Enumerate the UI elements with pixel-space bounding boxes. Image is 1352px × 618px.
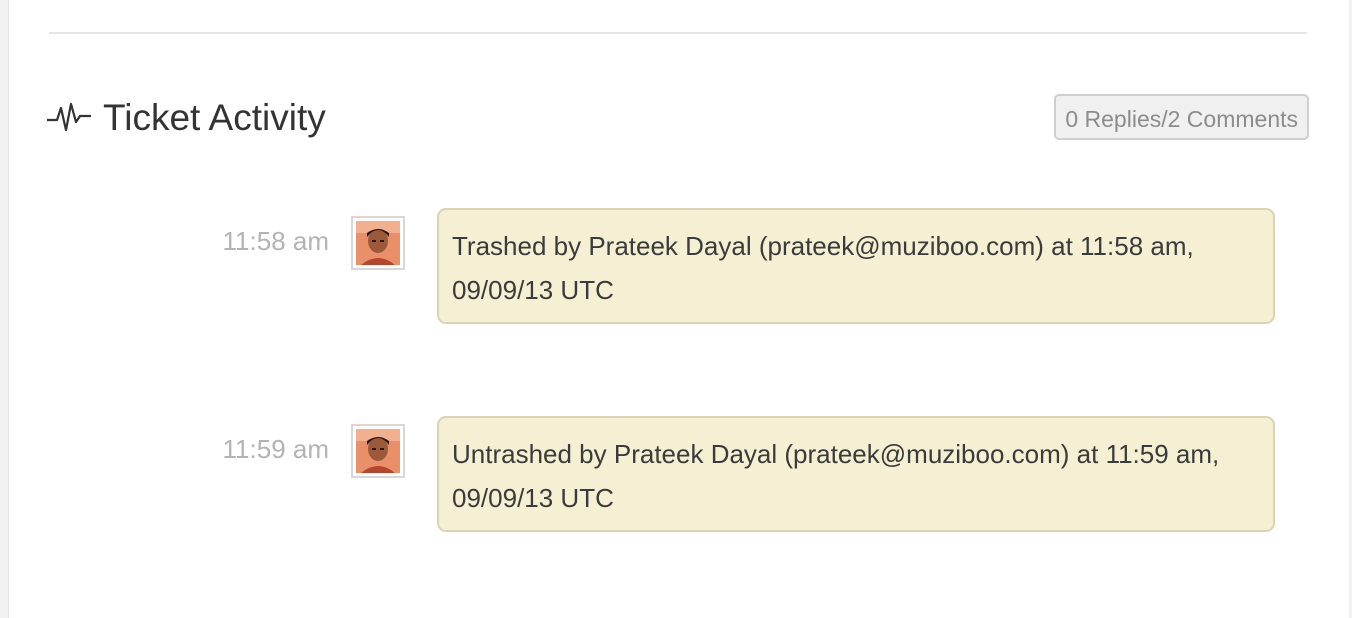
user-avatar[interactable] <box>351 216 405 270</box>
user-avatar-image <box>356 221 400 265</box>
activity-pulse-icon <box>47 102 91 132</box>
activity-message: Trashed by Prateek Dayal (prateek@muzibo… <box>437 208 1275 324</box>
user-avatar-image <box>356 429 400 473</box>
section-header: Ticket Activity 0 Replies/2 Comments <box>47 92 1309 148</box>
activity-item: 11:58 am Trashed by Prateek Dayal (prate… <box>9 208 1349 324</box>
ticket-activity-panel: Ticket Activity 0 Replies/2 Comments 11:… <box>8 0 1349 618</box>
activity-message: Untrashed by Prateek Dayal (prateek@muzi… <box>437 416 1275 532</box>
section-title: Ticket Activity <box>103 97 326 138</box>
user-avatar[interactable] <box>351 424 405 478</box>
activity-time: 11:58 am <box>222 226 329 256</box>
activity-item: 11:59 am Untrashed by Prateek Dayal (pra… <box>9 416 1349 532</box>
replies-comments-count-badge[interactable]: 0 Replies/2 Comments <box>1054 94 1309 140</box>
section-divider <box>49 32 1307 34</box>
activity-time: 11:59 am <box>222 434 329 464</box>
